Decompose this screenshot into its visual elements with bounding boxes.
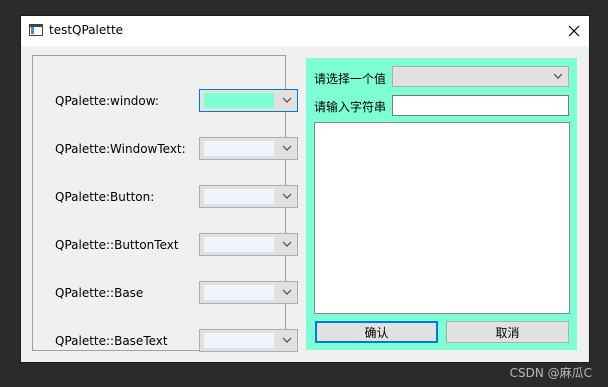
palette-combo-base[interactable] xyxy=(199,281,298,304)
chevron-down-icon xyxy=(282,289,292,295)
palette-label-windowtext: QPalette:WindowText: xyxy=(55,142,186,156)
watermark-text: CSDN @麻瓜C xyxy=(509,366,592,380)
palette-combo-window[interactable] xyxy=(199,89,298,112)
chevron-down-icon xyxy=(553,73,563,79)
app-window-icon xyxy=(29,24,43,36)
color-swatch xyxy=(204,93,274,108)
close-icon xyxy=(568,25,580,37)
app-window: testQPalette QPalette:window: QPalette:W… xyxy=(21,16,589,362)
color-swatch xyxy=(204,237,274,252)
title-bar[interactable]: testQPalette xyxy=(21,16,589,46)
window-title: testQPalette xyxy=(49,23,124,37)
string-input[interactable] xyxy=(392,95,569,116)
preview-panel: 请选择一个值 请输入字符串 确认 取消 xyxy=(306,58,577,350)
chevron-down-icon xyxy=(282,337,292,343)
palette-combo-basetext[interactable] xyxy=(199,329,298,352)
chevron-down-icon xyxy=(282,97,292,103)
input-label: 请输入字符串 xyxy=(314,100,387,114)
palette-group-box: QPalette:window: QPalette:WindowText: QP… xyxy=(32,55,298,352)
palette-label-basetext: QPalette::BaseText xyxy=(55,334,168,348)
color-swatch xyxy=(204,141,274,156)
palette-label-buttontext: QPalette::ButtonText xyxy=(55,238,179,252)
value-select[interactable] xyxy=(392,66,569,87)
color-swatch xyxy=(204,285,274,300)
chevron-down-icon xyxy=(282,145,292,151)
chevron-down-icon xyxy=(282,193,292,199)
color-swatch xyxy=(204,333,274,348)
close-button[interactable] xyxy=(559,16,589,46)
cancel-button[interactable]: 取消 xyxy=(446,321,569,343)
ok-button[interactable]: 确认 xyxy=(315,321,438,343)
palette-combo-windowtext[interactable] xyxy=(199,137,298,160)
text-edit-area[interactable] xyxy=(314,122,570,314)
select-label: 请选择一个值 xyxy=(314,72,387,86)
palette-label-window: QPalette:window: xyxy=(55,94,159,108)
palette-label-base: QPalette::Base xyxy=(55,286,144,300)
color-swatch xyxy=(204,189,274,204)
palette-label-button: QPalette:Button: xyxy=(55,190,155,204)
palette-combo-button[interactable] xyxy=(199,185,298,208)
chevron-down-icon xyxy=(282,241,292,247)
palette-combo-buttontext[interactable] xyxy=(199,233,298,256)
